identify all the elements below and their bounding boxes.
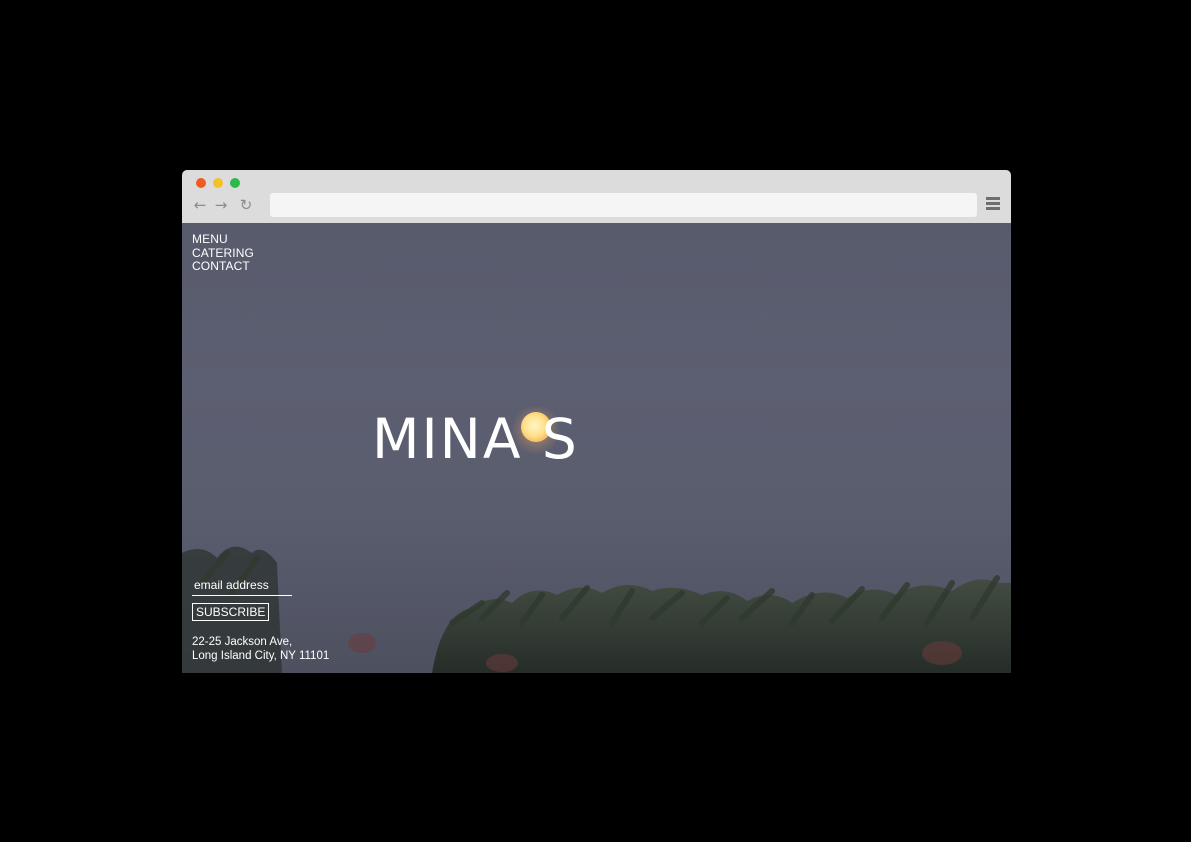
subscribe-button[interactable]: SUBSCRIBE (192, 603, 270, 621)
close-window-button[interactable] (196, 178, 206, 188)
site-logo: MINA S (372, 407, 579, 471)
nav-item-menu[interactable]: MENU (192, 232, 254, 247)
minimize-window-button[interactable] (213, 178, 223, 188)
forward-arrow-icon[interactable]: → (213, 197, 229, 213)
address-bar[interactable] (270, 193, 977, 217)
nav-item-catering[interactable]: CATERING (192, 246, 254, 261)
page-viewport: MENU CATERING CONTACT MINA S SUBSCRIBE 2… (182, 223, 1011, 673)
hamburger-menu-icon[interactable] (986, 197, 1000, 210)
address-block: 22-25 Jackson Ave, Long Island City, NY … (192, 636, 329, 663)
reload-icon[interactable]: ↻ (238, 197, 254, 213)
email-input[interactable] (192, 577, 292, 596)
browser-toolbar: ← → ↻ (182, 170, 1011, 224)
address-line-1: 22-25 Jackson Ave, (192, 636, 293, 648)
nav-item-contact[interactable]: CONTACT (192, 259, 254, 274)
back-arrow-icon[interactable]: ← (192, 197, 208, 213)
foliage-background (182, 546, 1011, 673)
address-line-2: Long Island City, NY 11101 (192, 649, 330, 662)
site-nav: MENU CATERING CONTACT (192, 232, 254, 274)
browser-window: ← → ↻ MENU CATERING CONTACT MINA S email… (182, 170, 1011, 673)
maximize-window-button[interactable] (230, 178, 240, 188)
